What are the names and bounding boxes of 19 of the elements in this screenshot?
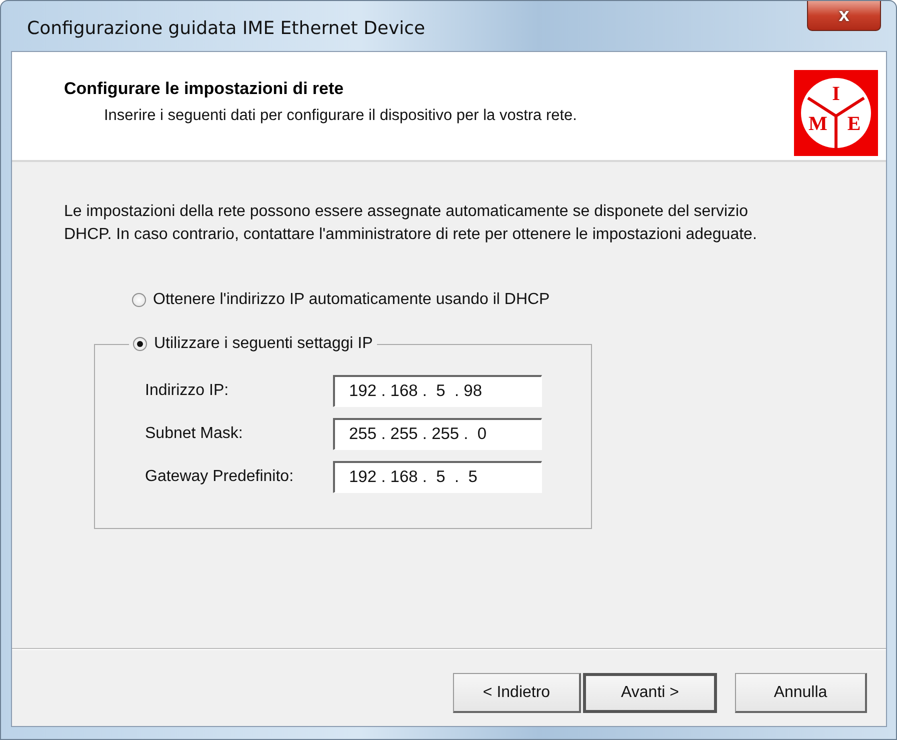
ip-address-field[interactable]: 255 . 255 . 255 . 0 [333,418,542,450]
radio-button[interactable] [133,337,147,351]
field-label: Gateway Predefinito: [145,467,295,487]
page-subtitle: Inserire i seguenti dati per configurare il dispositivo per la vostra rete. [104,106,577,126]
ip-address-field[interactable]: 192 . 168 . 5 . 98 [333,375,542,407]
ip-address-field[interactable]: 192 . 168 . 5 . 5 [333,461,542,493]
field-label: Indirizzo IP: [145,381,230,401]
wizard-button[interactable]: < Indietro [453,673,581,713]
description-text: Le impostazioni della rete possono essere assegnate automaticamente se disponete del servizio DHCP. In caso contrario, contattare l'amministratore di rete per ottenere le impostazioni adeguate. [64,202,758,245]
radio-button[interactable] [132,293,146,307]
radio-label[interactable]: Utilizzare i seguenti settaggi IP [154,332,373,356]
window-title: Configurazione guidata IME Ethernet Device [27,17,426,41]
page-title: Configurare le impostazioni di rete [64,78,345,100]
logo: I M E [794,70,878,156]
field-label: Subnet Mask: [145,424,244,444]
radio-label[interactable]: Ottenere l'indirizzo IP automaticamente usando il DHCP [153,288,550,312]
wizard-button[interactable]: Avanti > [583,673,717,713]
close-button[interactable]: x [807,1,881,31]
wizard-button[interactable]: Annulla [735,673,867,713]
